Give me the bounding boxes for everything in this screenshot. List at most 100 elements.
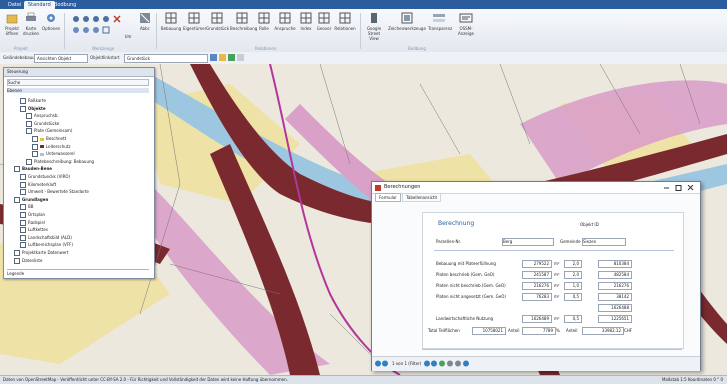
rolle-label: Rolle: [259, 26, 269, 31]
bebauung-button[interactable]: Bebauung: [160, 12, 182, 31]
transparenz-button[interactable]: Transparenz: [428, 12, 452, 31]
layer-checkbox[interactable]: [20, 242, 26, 249]
options-button[interactable]: Optionen: [42, 12, 60, 31]
tab-datei[interactable]: Datei: [4, 1, 25, 9]
calc-factor-field[interactable]: 0,5: [564, 293, 582, 301]
calc-area-field[interactable]: 279522: [522, 260, 552, 268]
window-controls-icon[interactable]: [662, 185, 696, 191]
parzelle-field[interactable]: Berg: [502, 238, 554, 246]
layer-checkbox[interactable]: [32, 136, 38, 142]
ansprueche-button[interactable]: Anspruche: [274, 12, 296, 31]
um-button[interactable]: Um: [122, 12, 134, 39]
calc-area-field[interactable]: 1626489: [522, 315, 552, 323]
calc-result-field[interactable]: 1626488: [598, 304, 632, 312]
layer-checkbox[interactable]: [20, 98, 26, 104]
rolle-button[interactable]: Rolle: [256, 12, 272, 31]
layer-checkbox[interactable]: [20, 204, 26, 211]
layer-item[interactable]: Platebeschreibung: Bebauung: [26, 158, 94, 165]
object-combo[interactable]: Grundstück: [124, 54, 208, 63]
layer-checkbox[interactable]: [20, 181, 26, 188]
zeichenwerkzeuge-button[interactable]: Zeichenwerkzeuge: [388, 12, 426, 31]
anteil-field[interactable]: 7789: [522, 327, 556, 335]
layer-panel[interactable]: Steuerung Suche Ebenen Roßkarte Objekte An…: [3, 67, 155, 279]
calc-result-field[interactable]: 482584: [598, 271, 632, 279]
calc-factor-field[interactable]: 2,0: [564, 260, 582, 268]
index-button[interactable]: Index: [298, 12, 314, 31]
calc-row-label: Landwirtschaftliche Nutzung: [436, 316, 493, 321]
layer-item[interactable]: Unterwasserel: [32, 151, 75, 158]
layer-checkbox[interactable]: [26, 158, 32, 165]
layer-item[interactable]: Projektkarte Datenwert: [14, 250, 69, 256]
layer-checkbox[interactable]: [20, 174, 26, 180]
layer-checkbox[interactable]: [14, 166, 20, 173]
calc-result-field[interactable]: 1225651: [598, 315, 632, 323]
eigentuemer-button[interactable]: Eigentümer: [183, 12, 206, 31]
address-tools-icon[interactable]: [210, 54, 244, 62]
layer-item[interactable]: Plate (Gemeinsam): [26, 128, 72, 135]
layer-checkbox[interactable]: [20, 227, 26, 234]
zoom-tools-icon[interactable]: [70, 14, 130, 38]
calc-result-field[interactable]: 810384: [598, 260, 632, 268]
layer-item[interactable]: Grundstueckk (VIRO): [20, 174, 70, 180]
nav-next-tools-icon[interactable]: [424, 360, 484, 367]
legend-link[interactable]: Legende: [7, 269, 149, 276]
layer-checkbox[interactable]: [20, 234, 26, 241]
layer-item[interactable]: Roßkarte: [20, 98, 46, 104]
beschreibung-button[interactable]: Beschreibung: [230, 12, 257, 31]
layer-checkbox[interactable]: [14, 250, 20, 256]
layer-item[interactable]: Objekte: [20, 105, 46, 112]
calc-area-field[interactable]: 76283: [522, 293, 552, 301]
ossm-button[interactable]: OSSM-Anzeige: [452, 12, 480, 36]
layer-item[interactable]: Leiterschutz: [32, 143, 70, 150]
tab-bodbung[interactable]: Bodbung: [50, 1, 80, 9]
layer-item[interactable]: BB: [20, 204, 34, 211]
layer-item[interactable]: Landschaftsbild (ALD): [20, 234, 72, 241]
layer-item[interactable]: Grundstücke: [26, 120, 59, 127]
layer-checkbox[interactable]: [26, 120, 32, 127]
nav-first-prev-icon[interactable]: [375, 360, 389, 367]
layer-checkbox[interactable]: [32, 151, 38, 158]
layer-item[interactable]: Datenliste: [14, 257, 42, 264]
geovor-button[interactable]: Geovor: [315, 12, 333, 31]
layer-search[interactable]: Suche: [7, 79, 149, 86]
layer-item[interactable]: Grundlagen: [14, 196, 48, 203]
layer-item[interactable]: Bauden-Bene: [14, 166, 52, 173]
tab-tabellenansicht[interactable]: Tabellenansicht: [402, 193, 442, 202]
calc-area-field[interactable]: 216276: [522, 282, 552, 290]
calc-area-field[interactable]: 241587: [522, 271, 552, 279]
chf-field[interactable]: 33982.12: [582, 327, 624, 335]
layer-item[interactable]: Beschnett: [32, 136, 66, 142]
layer-checkbox[interactable]: [20, 189, 26, 196]
layer-item[interactable]: Luftkettes: [20, 227, 48, 234]
calc-factor-field[interactable]: 2,0: [564, 271, 582, 279]
open-project-button[interactable]: Projekt öffnen: [4, 12, 20, 36]
print-map-button[interactable]: Karte drucken: [23, 12, 39, 36]
layer-checkbox[interactable]: [20, 105, 26, 112]
layer-checkbox[interactable]: [20, 212, 26, 218]
street-view-button[interactable]: Google Street View: [364, 12, 384, 41]
layer-checkbox[interactable]: [32, 143, 38, 150]
gemeinde-field[interactable]: Siezen: [582, 238, 626, 246]
view-combo[interactable]: Ansichten Objekt: [34, 54, 88, 63]
layer-item[interactable]: Luftbereichsplan (VFF): [20, 242, 73, 249]
layer-item[interactable]: Anspruchsb.: [26, 113, 59, 120]
relationen-button[interactable]: Relationen: [334, 12, 356, 31]
grundstueck-button[interactable]: Grundstück: [206, 12, 229, 31]
layer-checkbox[interactable]: [26, 113, 32, 120]
layer-item[interactable]: Umwelt - Bewertete Standorte: [20, 189, 89, 196]
calc-factor-field[interactable]: 0,5: [564, 315, 582, 323]
layer-checkbox[interactable]: [14, 196, 20, 203]
layer-item[interactable]: Ortsplan: [20, 212, 45, 218]
layer-item[interactable]: Radspiel: [20, 219, 45, 226]
calc-factor-field[interactable]: 1,0: [564, 282, 582, 290]
calc-result-field[interactable]: 38142: [598, 293, 632, 301]
total-value-field[interactable]: 10758021: [472, 327, 506, 335]
ribbon: Projekt öffnen Karte drucken Optionen Pr…: [0, 9, 727, 53]
calc-result-field[interactable]: 216276: [598, 282, 632, 290]
layer-item[interactable]: Kilometerkluft: [20, 181, 56, 188]
layer-checkbox[interactable]: [14, 257, 20, 264]
layer-checkbox[interactable]: [20, 219, 26, 226]
layer-checkbox[interactable]: [26, 128, 32, 135]
abbr-button[interactable]: Abbr.: [138, 12, 152, 31]
tab-formular[interactable]: Formular: [375, 193, 401, 202]
